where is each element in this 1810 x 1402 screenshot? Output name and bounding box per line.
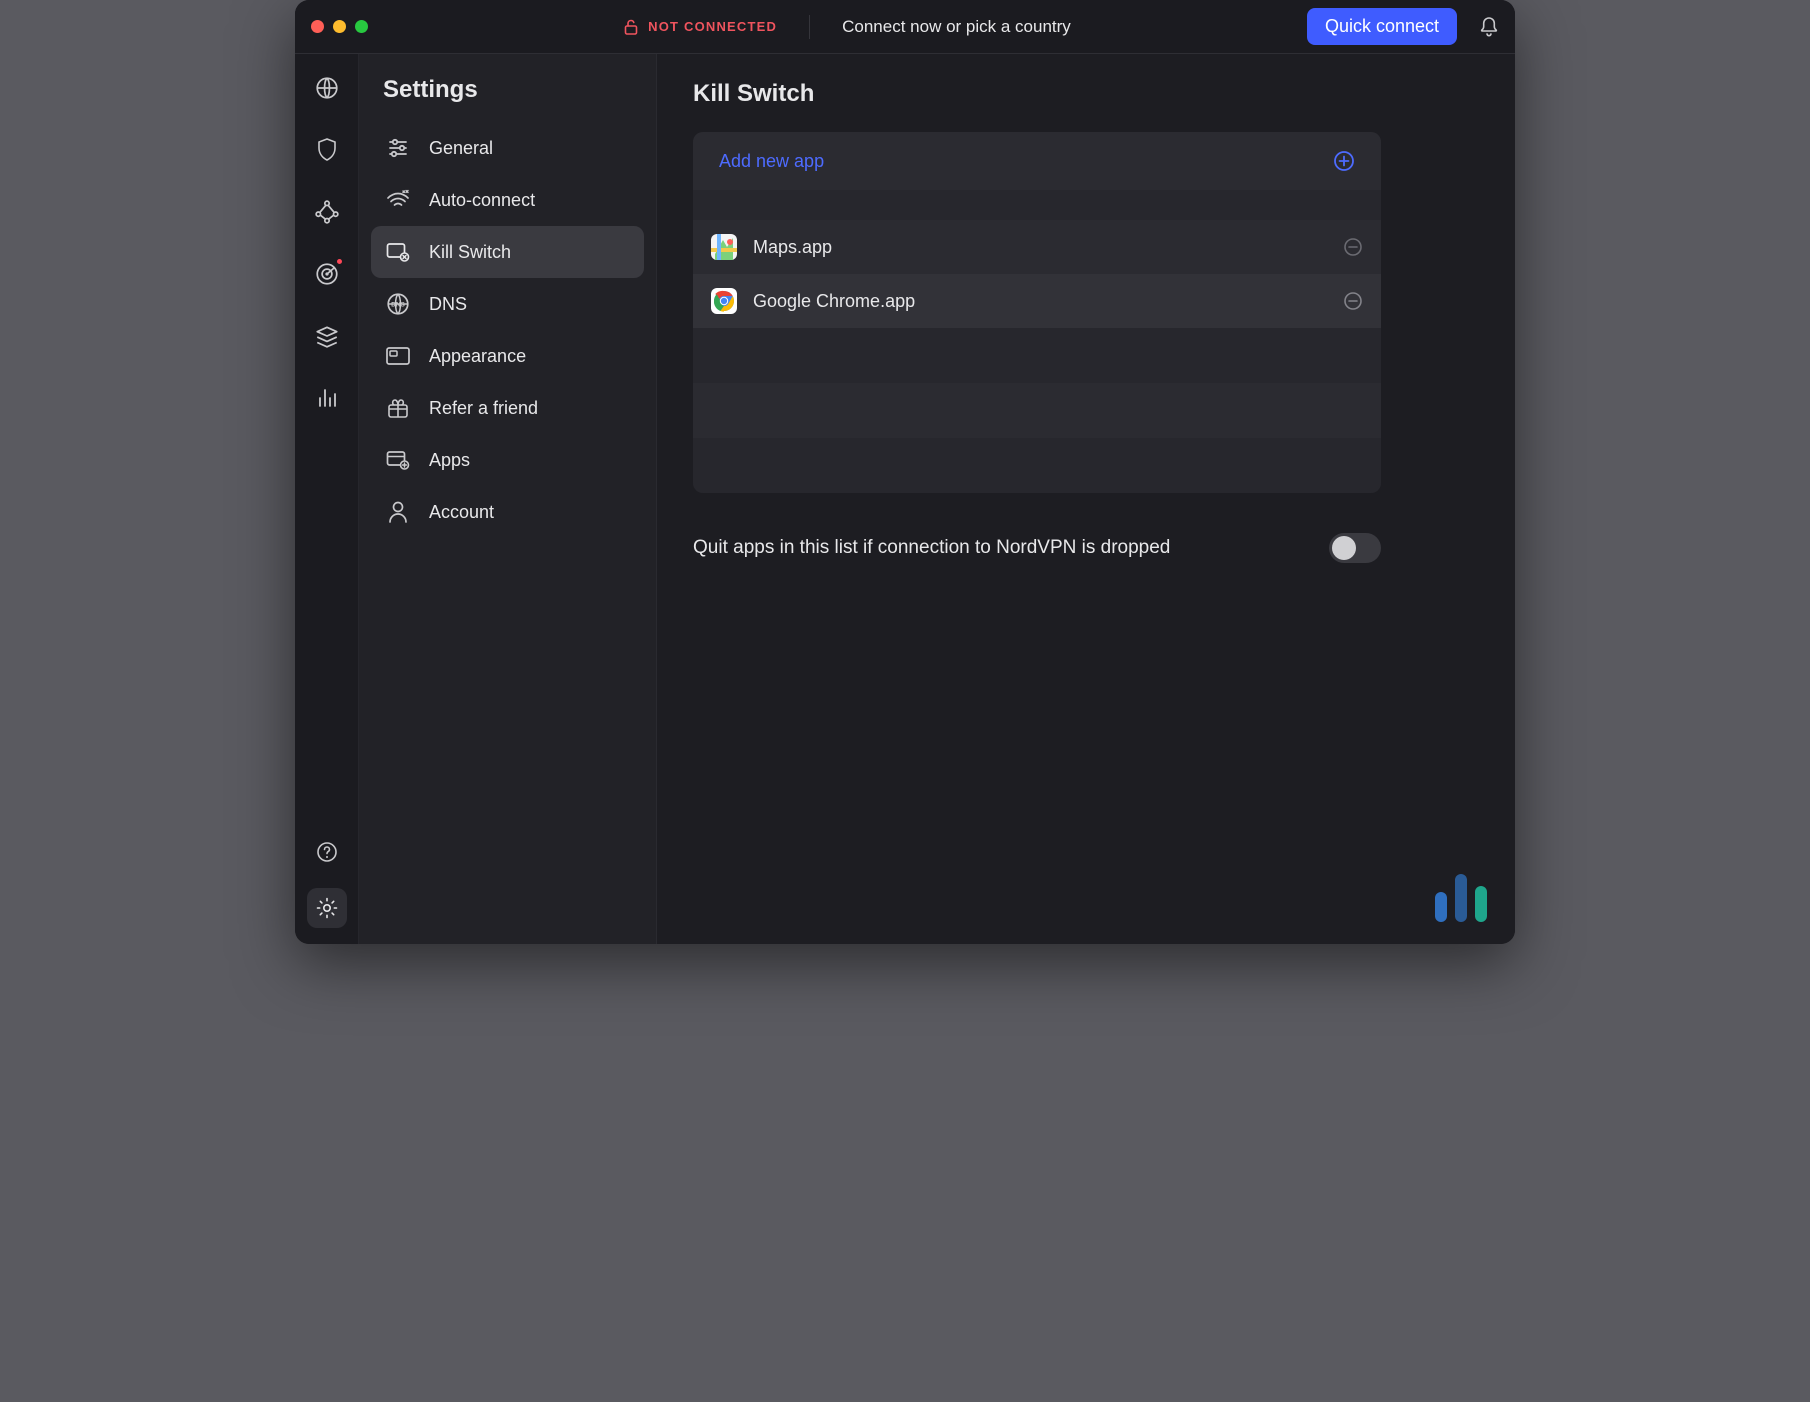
sidebar-label: Auto-connect (429, 190, 535, 211)
wifi-auto-icon (385, 187, 411, 213)
nav-rail (295, 54, 359, 944)
rail-help-icon[interactable] (313, 838, 341, 866)
app-row-empty (693, 328, 1381, 383)
apps-card: Add new app Maps.app (693, 132, 1381, 493)
notification-dot-icon (335, 257, 344, 266)
quick-connect-button[interactable]: Quick connect (1307, 8, 1457, 45)
sidebar-label: Appearance (429, 346, 526, 367)
app-icon-chrome (711, 288, 737, 314)
settings-sidebar: Settings General Auto-connect Kill Switc… (359, 54, 657, 944)
sidebar-item-account[interactable]: Account (371, 486, 644, 538)
sidebar-label: Account (429, 502, 494, 523)
sidebar-item-refer[interactable]: Refer a friend (371, 382, 644, 434)
sidebar-title: Settings (383, 76, 632, 104)
plus-circle-icon (1333, 150, 1355, 172)
connection-status: NOT CONNECTED (624, 19, 777, 35)
gift-icon (385, 395, 411, 421)
window-minimize-button[interactable] (333, 20, 346, 33)
sidebar-item-dns[interactable]: DNS DNS (371, 278, 644, 330)
title-bar: NOT CONNECTED Connect now or pick a coun… (295, 0, 1515, 54)
app-name-label: Maps.app (753, 237, 1327, 258)
rail-radar-icon[interactable] (313, 260, 341, 288)
app-window: NOT CONNECTED Connect now or pick a coun… (295, 0, 1515, 944)
add-app-button[interactable]: Add new app (693, 132, 1381, 190)
dns-icon: DNS (385, 291, 411, 317)
toggle-label: Quit apps in this list if connection to … (693, 537, 1170, 559)
window-zoom-button[interactable] (355, 20, 368, 33)
notifications-icon[interactable] (1479, 16, 1499, 38)
rail-mesh-icon[interactable] (313, 198, 341, 226)
sidebar-item-appearance[interactable]: Appearance (371, 330, 644, 382)
toggle-knob (1332, 536, 1356, 560)
sidebar-label: Apps (429, 450, 470, 471)
add-app-label: Add new app (719, 151, 824, 172)
rail-stack-icon[interactable] (313, 322, 341, 350)
appearance-icon (385, 343, 411, 369)
remove-icon[interactable] (1343, 291, 1363, 311)
app-row-empty (693, 383, 1381, 438)
app-name-label: Google Chrome.app (753, 291, 1327, 312)
apps-icon (385, 447, 411, 473)
app-row[interactable]: Maps.app (693, 220, 1381, 274)
rail-stats-icon[interactable] (313, 384, 341, 412)
sidebar-label: Kill Switch (429, 242, 511, 263)
sidebar-item-kill-switch[interactable]: Kill Switch (371, 226, 644, 278)
svg-text:DNS: DNS (391, 302, 405, 309)
account-icon (385, 499, 411, 525)
brand-mark-icon (1435, 874, 1487, 922)
sliders-icon (385, 135, 411, 161)
quit-apps-toggle[interactable] (1329, 533, 1381, 563)
app-icon-maps (711, 234, 737, 260)
sidebar-item-auto-connect[interactable]: Auto-connect (371, 174, 644, 226)
toggle-row: Quit apps in this list if connection to … (693, 533, 1381, 563)
divider (809, 15, 810, 39)
rail-settings-icon[interactable] (307, 888, 347, 928)
app-row-empty (693, 438, 1381, 493)
sidebar-label: General (429, 138, 493, 159)
sidebar-item-general[interactable]: General (371, 122, 644, 174)
sidebar-label: Refer a friend (429, 398, 538, 419)
connection-status-text: NOT CONNECTED (648, 19, 777, 34)
rail-globe-icon[interactable] (313, 74, 341, 102)
kill-switch-icon (385, 239, 411, 265)
remove-icon[interactable] (1343, 237, 1363, 257)
window-traffic-lights (311, 20, 368, 33)
sidebar-label: DNS (429, 294, 467, 315)
lock-open-icon (624, 19, 638, 35)
page-title: Kill Switch (693, 80, 1479, 108)
window-close-button[interactable] (311, 20, 324, 33)
sidebar-item-apps[interactable]: Apps (371, 434, 644, 486)
spacer (693, 190, 1381, 220)
app-row[interactable]: Google Chrome.app (693, 274, 1381, 328)
content-area: Kill Switch Add new app Maps.app (657, 54, 1515, 944)
search-hint[interactable]: Connect now or pick a country (842, 17, 1071, 37)
rail-shield-icon[interactable] (313, 136, 341, 164)
